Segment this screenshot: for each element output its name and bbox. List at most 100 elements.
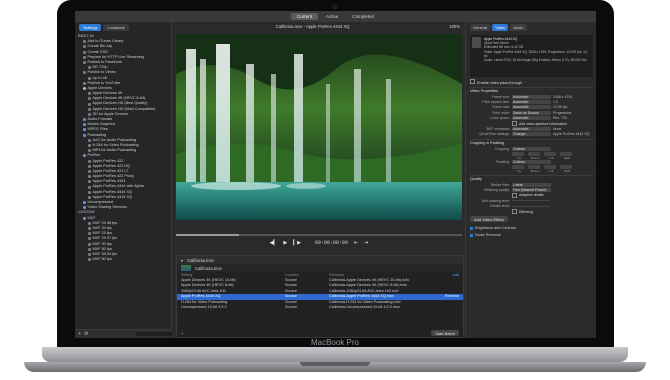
tab-general[interactable]: General (470, 24, 491, 31)
batch-tab-bar: Current Active Completed (75, 11, 596, 22)
tab-completed[interactable]: Completed (346, 13, 380, 20)
prop-select[interactable]: Automatic (512, 105, 551, 110)
crop-field-label: Top (516, 168, 522, 173)
cell-location: Source (285, 304, 298, 309)
preset-icon (88, 195, 91, 199)
effect-row[interactable]: Noise Removal (470, 232, 593, 238)
preview-area: California.mov - Apple ProRes 4444 XQ 10… (172, 22, 464, 338)
crop-field-label: Top (516, 155, 522, 160)
prop-label: Frame size: (491, 94, 510, 99)
gear-icon[interactable]: ⚙ (84, 331, 88, 337)
prop-label: Frame rate: (491, 105, 510, 110)
change-button[interactable]: Change... (512, 132, 551, 137)
in-point-icon[interactable]: ⇤ (354, 240, 358, 246)
preset-icon (88, 149, 91, 153)
prop-select[interactable]: Automatic (512, 100, 551, 105)
preset-icon (88, 76, 91, 80)
sidebar-toolbar: + ⚙ (75, 329, 177, 338)
apple-icon (83, 86, 86, 90)
preset-icon (88, 107, 91, 111)
retiming-select[interactable]: Fast (Nearest Frame) (512, 187, 551, 192)
laptop-hinge (42, 347, 628, 362)
video-viewer[interactable] (176, 34, 462, 220)
tab-active[interactable]: Active (320, 13, 344, 20)
preview-header: California.mov - Apple ProRes 4444 XQ 10… (172, 22, 464, 31)
prop-select[interactable]: Same as Source (512, 110, 551, 115)
prop-select[interactable]: Automatic (512, 94, 551, 99)
prop-select[interactable]: Automatic (512, 116, 551, 121)
prop-value[interactable]: 1.0 (553, 100, 558, 104)
start-batch-button[interactable]: Start Batch (431, 330, 459, 336)
preset-icon (88, 175, 91, 179)
quality-section: Quality Resize filter: Linear Retiming qu… (470, 174, 593, 215)
crop-field-label: Right (563, 168, 571, 173)
vr-select[interactable]: Automatic (512, 127, 551, 132)
prop-value[interactable]: 1048 x 1024 (553, 95, 572, 99)
folder-icon (83, 201, 86, 205)
crop-field-label: Bottom (530, 168, 540, 173)
add-icon[interactable]: + (78, 331, 81, 337)
preset-icon (88, 92, 91, 96)
tab-current[interactable]: Current (290, 13, 318, 20)
pass-through-row[interactable]: Enable video pass-through (470, 79, 593, 85)
sidebar-tabs: Settings Locations (75, 22, 171, 33)
folder-icon (83, 128, 86, 132)
tab-locations[interactable]: Locations (103, 24, 129, 31)
tab-settings[interactable]: Settings (79, 24, 102, 31)
resize-filter-select[interactable]: Linear (512, 182, 551, 187)
batch-title: California.mov (187, 257, 214, 263)
out-point-icon[interactable]: ⇥ (364, 240, 368, 246)
preset-icon (83, 40, 86, 44)
preset-icon (83, 61, 86, 65)
summary-line: Audio: Linear PCM, 16-bit Integer (Big E… (484, 58, 587, 63)
crop-select[interactable]: Custom (512, 160, 551, 165)
laptop-notch (300, 362, 370, 366)
table-row[interactable]: Uncompressed 10-bit 4:2:2 Source Californi… (177, 305, 463, 310)
preset-icon (88, 169, 91, 173)
effect-checkbox[interactable] (470, 233, 473, 237)
prop-label: Cropping: (494, 146, 510, 151)
prop-value[interactable]: Progressive (553, 111, 571, 115)
prop-label: Padding: (496, 160, 510, 165)
effect-row[interactable]: Brightness and Contrast (470, 225, 593, 231)
search-input[interactable] (136, 332, 174, 336)
col-location[interactable]: Location (285, 273, 329, 277)
job-header: California.mov (177, 264, 463, 272)
col-filename[interactable]: Filename (329, 273, 441, 277)
step-back-icon[interactable]: ◀▎ (270, 240, 278, 246)
effect-checkbox[interactable] (470, 226, 473, 230)
file-icon (472, 37, 481, 48)
prop-value[interactable]: 23.98 fps (553, 105, 567, 109)
disclosure-icon[interactable]: ▾ (181, 258, 183, 263)
camera-icon (332, 4, 338, 10)
add-output-link[interactable]: Add (441, 273, 459, 277)
preset-icon (88, 247, 91, 251)
dithering-checkbox[interactable]: Dithering (470, 209, 593, 215)
section-title: Cropping & Padding (470, 139, 593, 146)
add-video-effect-button[interactable]: Add Video Effect (470, 216, 508, 223)
preset-icon (88, 180, 91, 184)
playhead-scrubber[interactable] (176, 234, 462, 236)
batch-list: ▾ California.mov California.mov Setting … (176, 255, 464, 338)
summary-line: Video: Apple ProRes 4444 XQ, 3348 x 1024… (484, 49, 588, 58)
col-setting[interactable]: Setting (181, 273, 285, 277)
app-window: Current Active Completed Settings Locati… (75, 11, 596, 338)
zoom-select[interactable]: 100% (449, 24, 460, 29)
tab-audio[interactable]: Audio (510, 24, 527, 31)
tree-item[interactable]: MXF 60 fps (78, 257, 168, 262)
prop-value[interactable]: Rec. 709 (553, 116, 567, 120)
folder-icon (83, 216, 86, 220)
inspector-panel: General Video Audio Apple ProRes 4444 XQ… (465, 22, 596, 338)
step-forward-icon[interactable]: ▎▶ (293, 240, 301, 246)
play-icon[interactable]: ▶ (283, 240, 287, 246)
timecode-display: 00:00:00:00 (314, 240, 348, 246)
crop-select[interactable]: Custom (512, 146, 551, 151)
tab-video[interactable]: Video (492, 24, 509, 31)
preset-icon (88, 190, 91, 194)
folder-icon (83, 123, 86, 127)
crop-field-label: Bottom (530, 155, 540, 160)
output-rows: Apple Devices 4K (HEVC 10-bit) Source Cali… (177, 278, 463, 310)
video-properties-section: Video Properties Frame size: Automatic 104… (470, 87, 593, 137)
add-batch-icon[interactable]: + (181, 331, 183, 336)
crop-fields: Top Bottom Left Right (470, 151, 593, 160)
